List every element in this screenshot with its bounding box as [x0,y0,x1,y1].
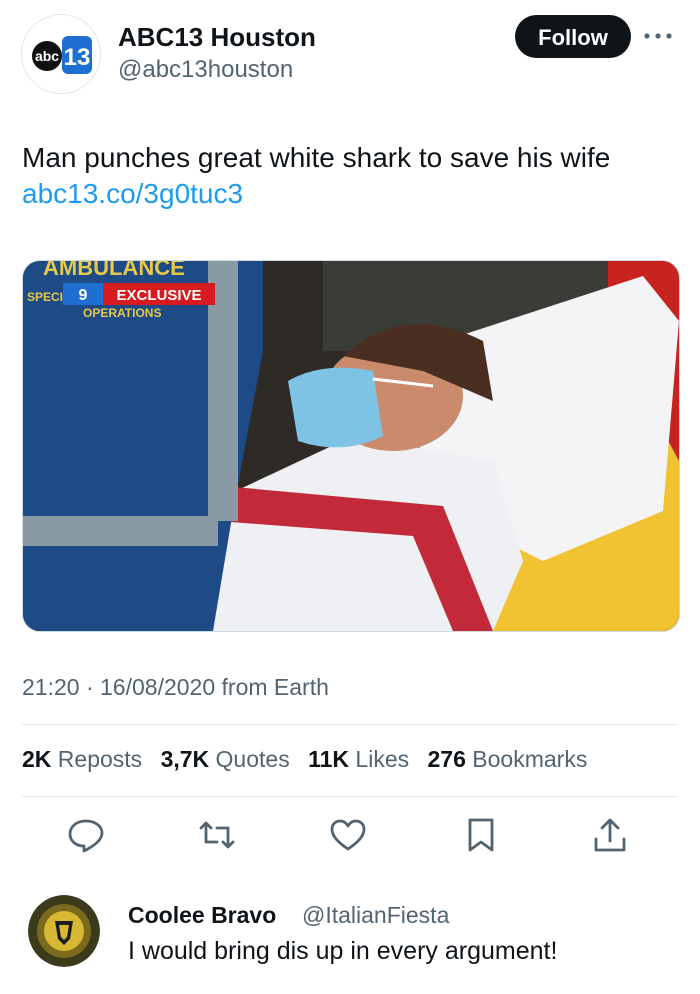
bookmark-icon[interactable] [461,815,501,855]
tweet-stats: 2K Reposts 3,7K Quotes 11K Likes 276 Boo… [22,746,599,773]
meta-separator: · [85,674,94,700]
tweet-media[interactable]: AMBULANCE SPECIAL OPERATIONS 9 EXCLUSIVE [22,260,680,632]
likes-stat[interactable]: 11K Likes [308,746,409,772]
svg-text:AMBULANCE: AMBULANCE [43,261,185,280]
abc13-logo: abc 13 [32,36,92,74]
emblem-avatar-image [28,895,100,967]
divider [22,724,678,725]
tweet-time: 21:20 [22,674,80,700]
reply-avatar[interactable] [28,895,100,967]
reply-text: I would bring dis up in every argument! [128,937,558,965]
tweet-link[interactable]: abc13.co/3g0tuc3 [22,176,682,212]
svg-text:OPERATIONS: OPERATIONS [83,306,161,320]
follow-button[interactable]: Follow [515,15,631,58]
reposts-stat[interactable]: 2K Reposts [22,746,142,772]
more-options-icon[interactable] [641,24,675,48]
author-handle[interactable]: @abc13houston [118,56,293,84]
tweet-source: from Earth [221,674,329,700]
reply-icon[interactable] [66,815,106,855]
news-footage-image: AMBULANCE SPECIAL OPERATIONS 9 EXCLUSIVE [23,261,679,631]
svg-text:13: 13 [64,44,91,71]
reply-author-handle[interactable]: @ItalianFiesta [302,902,449,929]
share-icon[interactable] [590,815,630,855]
svg-text:abc: abc [35,48,59,64]
divider [22,796,678,797]
reply-author-name[interactable]: Coolee Bravo [128,902,276,929]
tweet-date: 16/08/2020 [100,674,216,700]
tweet-timestamp[interactable]: 21:20 · 16/08/2020 from Earth [22,674,329,701]
like-icon[interactable] [328,815,368,855]
quotes-stat[interactable]: 3,7K Quotes [161,746,290,772]
svg-text:EXCLUSIVE: EXCLUSIVE [116,287,201,304]
tweet-body: Man punches great white shark to save hi… [22,140,682,212]
svg-text:9: 9 [79,287,88,304]
repost-icon[interactable] [197,815,237,855]
bookmarks-stat[interactable]: 276 Bookmarks [428,746,588,772]
tweet-text: Man punches great white shark to save hi… [22,142,611,173]
author-name[interactable]: ABC13 Houston [118,22,316,53]
author-avatar[interactable]: abc 13 [21,14,101,94]
